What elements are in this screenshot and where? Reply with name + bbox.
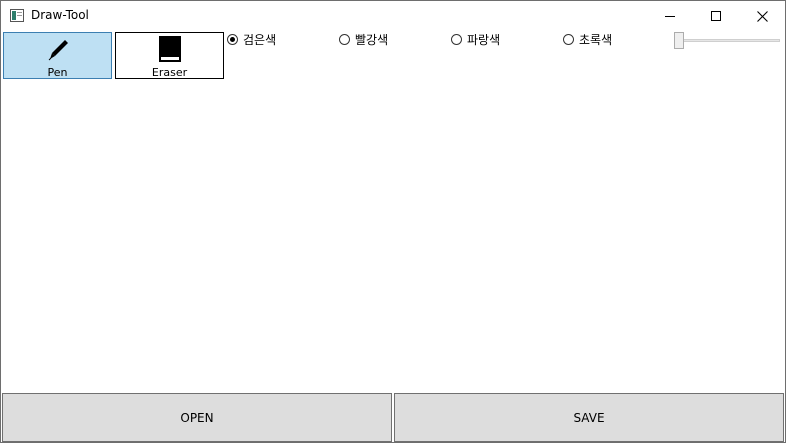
- close-icon: [756, 10, 768, 22]
- color-radio-red[interactable]: 빨강색: [339, 31, 388, 47]
- minimize-icon: [665, 16, 675, 17]
- minimize-button[interactable]: [647, 1, 693, 31]
- thickness-slider-track[interactable]: [677, 39, 780, 42]
- open-button[interactable]: OPEN: [2, 393, 392, 442]
- radio-indicator[interactable]: [227, 33, 238, 45]
- color-radio-green[interactable]: 초록색: [563, 31, 612, 47]
- eraser-tool-button[interactable]: Eraser: [115, 32, 224, 79]
- pen-icon: [48, 40, 68, 61]
- window-app-icon: [10, 9, 24, 22]
- maximize-button[interactable]: [693, 1, 739, 31]
- color-radio-label: 빨강색: [355, 32, 389, 47]
- eraser-icon: [158, 36, 181, 62]
- drawing-canvas[interactable]: [1, 81, 785, 392]
- window-title: Draw-Tool: [31, 8, 89, 22]
- color-radio-label: 검은색: [243, 32, 277, 47]
- eraser-tool-label: Eraser: [151, 66, 188, 79]
- thickness-slider-thumb[interactable]: [674, 32, 684, 49]
- maximize-icon: [711, 11, 721, 21]
- color-radio-label: 파랑색: [467, 32, 501, 47]
- color-radio-black[interactable]: 검은색: [227, 31, 276, 47]
- radio-indicator[interactable]: [451, 33, 462, 45]
- save-button[interactable]: SAVE: [394, 393, 784, 442]
- color-radio-label: 초록색: [579, 32, 613, 47]
- close-button[interactable]: [739, 1, 785, 31]
- pen-tool-label: Pen: [47, 66, 68, 79]
- app-window: Draw-Tool Pen Eraser 검은색 빨강색 파랑색 초록색 OPE…: [0, 0, 786, 443]
- pen-tool-button[interactable]: Pen: [3, 32, 112, 79]
- title-bar[interactable]: Draw-Tool: [1, 1, 785, 31]
- radio-indicator[interactable]: [339, 33, 350, 45]
- radio-indicator[interactable]: [563, 33, 574, 45]
- color-radio-blue[interactable]: 파랑색: [451, 31, 500, 47]
